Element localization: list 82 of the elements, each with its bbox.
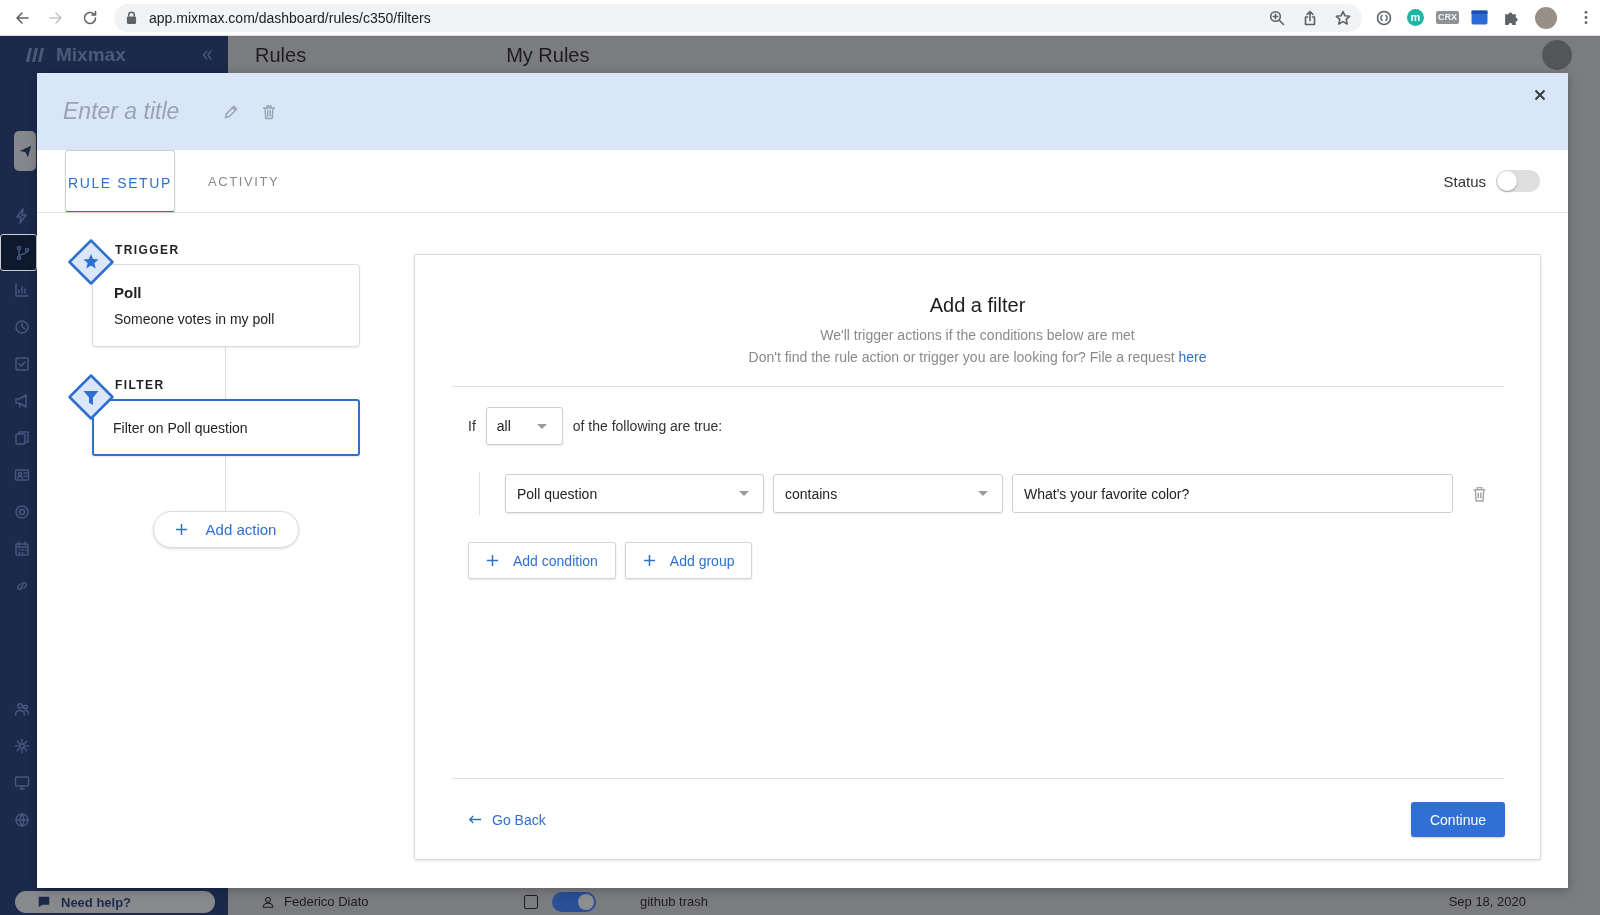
trigger-title: Poll	[114, 283, 143, 303]
settings-icon	[14, 737, 30, 754]
status-label: Status	[1443, 172, 1486, 190]
pencil-icon[interactable]	[223, 103, 239, 120]
extension-button[interactable]: CRX	[1436, 11, 1459, 24]
id-card-icon	[14, 466, 30, 483]
plus-icon	[174, 523, 188, 536]
close-button[interactable]	[1532, 87, 1548, 103]
value-field[interactable]: What's your favorite color?	[1012, 474, 1453, 513]
request-text: Don't find the rule action or trigger you are looking for? File a request here	[747, 348, 1208, 367]
caret-icon	[536, 423, 547, 429]
panel-heading: Add a filter	[928, 293, 1027, 317]
user-avatar[interactable]	[1542, 39, 1572, 70]
zoom-icon[interactable]	[1269, 9, 1285, 26]
copy-icon	[14, 429, 30, 446]
chat-bubble-icon	[37, 895, 51, 909]
owner-name: Federico Diato	[284, 894, 369, 909]
add-button[interactable]: Add group	[624, 542, 753, 579]
node-label: TRIGGER	[115, 243, 180, 257]
condition-text: of the following are true:	[572, 418, 723, 434]
here-link[interactable]: here	[1178, 349, 1207, 365]
kebab-menu-icon[interactable]	[1584, 10, 1588, 25]
caret-icon	[739, 491, 749, 496]
plus-icon	[486, 554, 499, 567]
monitor-icon	[14, 774, 30, 791]
plus-icon	[642, 554, 656, 567]
section-title: My Rules	[506, 42, 590, 67]
branch-icon	[15, 244, 31, 261]
page-title: Rules	[255, 42, 307, 67]
add-action-button[interactable]: Add action	[152, 511, 300, 548]
star-diamond-icon	[67, 238, 115, 286]
send-button[interactable]	[14, 131, 36, 171]
window-icon[interactable]	[1471, 9, 1488, 26]
go-back-link[interactable]: Go Back	[468, 811, 546, 828]
trash-icon[interactable]	[1471, 484, 1488, 503]
field-select[interactable]: Poll question	[505, 474, 764, 513]
clock-icon	[14, 318, 30, 335]
bolt-icon	[14, 207, 30, 224]
share-icon[interactable]	[1302, 9, 1318, 26]
title-field[interactable]: Enter a title	[63, 98, 201, 125]
funnel-diamond-icon	[67, 373, 115, 421]
node-label: FILTER	[115, 378, 165, 392]
match-select[interactable]: all	[485, 407, 563, 445]
megaphone-icon	[14, 392, 30, 409]
tab[interactable]: ACTIVITY	[205, 150, 282, 212]
back-icon[interactable]	[14, 9, 30, 26]
reload-icon[interactable]	[82, 9, 98, 26]
operator-select[interactable]: contains	[773, 474, 1003, 513]
tab[interactable]: RULE SETUP	[65, 150, 175, 212]
star-icon[interactable]	[1335, 9, 1351, 26]
row-checkbox[interactable]	[524, 894, 538, 909]
lock-icon	[126, 11, 137, 24]
user-icon	[262, 895, 274, 908]
rule-name: github trash	[640, 894, 708, 909]
panel-subtitle: We'll trigger actions if the conditions below are met	[819, 326, 1136, 345]
paper-plane-icon	[18, 144, 32, 158]
help-button[interactable]: Need help?	[15, 891, 215, 913]
sidebar-item[interactable]	[0, 234, 37, 271]
globe-icon	[14, 811, 30, 828]
if-label: If	[468, 418, 476, 434]
trash-icon[interactable]	[261, 103, 277, 120]
profile-avatar[interactable]	[1535, 6, 1557, 29]
close-icon	[1534, 89, 1546, 101]
ring-icon[interactable]	[1376, 9, 1392, 26]
checkbox-icon	[14, 355, 30, 372]
address-bar[interactable]: app.mixmax.com/dashboard/rules/c350/filters	[114, 3, 1362, 32]
trigger-description: Someone votes in my poll	[114, 310, 276, 329]
people-icon	[14, 700, 30, 717]
calendar-icon	[14, 540, 30, 557]
caret-icon	[978, 491, 988, 496]
rule-date: Sep 18, 2020	[1448, 894, 1527, 909]
double-chevron-left-icon[interactable]	[200, 47, 214, 62]
rule-toggle[interactable]	[552, 891, 596, 912]
add-button[interactable]: Add condition	[468, 542, 616, 579]
continue-button[interactable]: Continue	[1411, 802, 1505, 837]
arrow-left-icon	[468, 814, 482, 825]
puzzle-icon[interactable]	[1503, 9, 1520, 26]
status-toggle[interactable]	[1496, 170, 1540, 192]
target-icon	[14, 503, 30, 520]
filter-card[interactable]: Filter on Poll question	[92, 399, 360, 456]
bar-chart-icon	[14, 281, 30, 298]
trigger-card[interactable]: Poll Someone votes in my poll	[92, 264, 360, 347]
